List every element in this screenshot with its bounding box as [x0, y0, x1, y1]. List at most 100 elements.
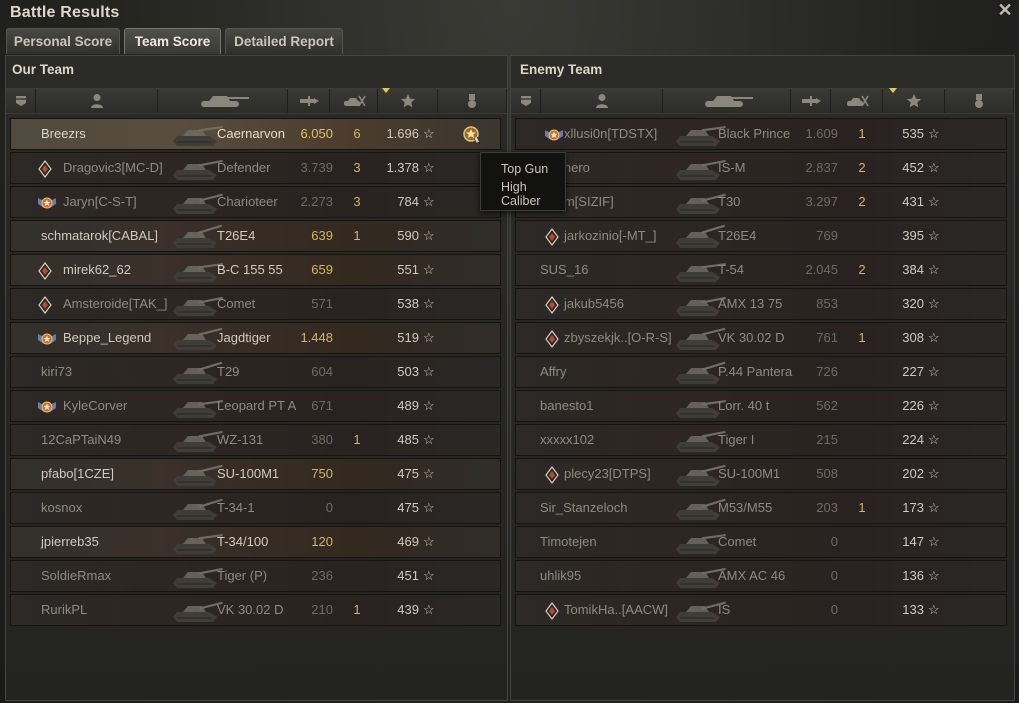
damage-value: 2.837: [805, 160, 838, 175]
experience-star-icon: ☆: [928, 364, 940, 379]
enemy-header-squad[interactable]: [511, 89, 541, 113]
enemy-team-player-row[interactable]: zbyszekjk..[O-R-S] VK 30.02 D 761 1 308 ☆: [515, 322, 1007, 354]
damage-value: 604: [311, 364, 333, 379]
our-team-player-row[interactable]: kiri73 T29 604 503 ☆: [10, 356, 501, 388]
enemy-header-player[interactable]: [541, 89, 663, 113]
our-header-tank[interactable]: [158, 89, 288, 113]
enemy-team-player-row[interactable]: plecy23[DTPS] SU-100M1 508 202 ☆: [515, 458, 1007, 490]
kills-value: [347, 527, 367, 559]
experience-value: 173: [902, 500, 924, 515]
experience-value: 538: [397, 296, 419, 311]
experience-star-icon: ☆: [928, 432, 940, 447]
enemy-header-damage[interactable]: [791, 89, 831, 113]
enemy-team-player-row[interactable]: jarkozinio[-MT_] T26E4 769 395 ☆: [515, 220, 1007, 252]
experience-value: 384: [902, 262, 924, 277]
our-team-player-row[interactable]: Jaryn[C-S-T] Charioteer 2.273 3 784 ☆: [10, 186, 501, 218]
experience-star-icon: ☆: [423, 500, 435, 515]
enemy-team-player-row[interactable]: Timotejen Comet 0 147 ☆: [515, 526, 1007, 558]
damage-value: 726: [816, 364, 838, 379]
kills-value: [347, 561, 367, 593]
enemy-header-kills[interactable]: [831, 89, 883, 113]
our-team-player-row[interactable]: mirek62_62 B-C 155 55 659 551 ☆: [10, 254, 501, 286]
kills-value: [852, 561, 872, 593]
clan-wings-icon: [37, 194, 56, 212]
enemy-team-player-row[interactable]: xllusi0n[TDSTX] Black Prince 1.609 1 535 ☆: [515, 118, 1007, 150]
player-name: Affry: [540, 364, 567, 379]
our-team-player-row[interactable]: 12CaPTaiN49 WZ-131 380 1 485 ☆: [10, 424, 501, 456]
rank-diamond-icon: [37, 262, 53, 280]
our-team-player-row[interactable]: SoldieRmax Tiger (P) 236 451 ☆: [10, 560, 501, 592]
kills-value: 6: [353, 126, 361, 141]
experience-star-icon: ☆: [423, 364, 435, 379]
our-header-kills[interactable]: [330, 89, 378, 113]
close-icon[interactable]: ✕: [997, 1, 1013, 19]
our-team-player-row[interactable]: Breezrs Caernarvon 6.050 6 1.696 ☆: [10, 118, 501, 150]
damage-value: 6.050: [300, 126, 333, 141]
damage-value: 750: [311, 466, 333, 481]
experience-star-icon: ☆: [928, 602, 940, 617]
tab-personal-score[interactable]: Personal Score: [6, 28, 120, 54]
enemy-team-player-row[interactable]: banesto1 Lorr. 40 t 562 226 ☆: [515, 390, 1007, 422]
rank-diamond-icon: [544, 602, 560, 620]
tab-team-score[interactable]: Team Score: [124, 28, 221, 54]
enemy-team-player-row[interactable]: Affry P.44 Pantera 726 227 ☆: [515, 356, 1007, 388]
tank-name: Caernarvon: [217, 126, 285, 141]
kills-value: 1: [353, 228, 361, 243]
enemy-header-tank[interactable]: [663, 89, 791, 113]
tank-name: T26E4: [217, 228, 256, 243]
experience-star-icon: ☆: [423, 534, 435, 549]
tank-name: Black Prince: [718, 126, 791, 141]
tank-name: Tiger (P): [217, 568, 268, 583]
kills-value: 2: [858, 262, 866, 277]
experience-star-icon: ☆: [928, 160, 940, 175]
experience-star-icon: ☆: [928, 262, 940, 277]
enemy-team-player-row[interactable]: jakub5456 AMX 13 75 853 320 ☆: [515, 288, 1007, 320]
damage-value: 3.739: [300, 160, 333, 175]
enemy-team-player-row[interactable]: rzellheroIS-M2.8372452☆: [515, 152, 1007, 184]
damage-value: 0: [830, 534, 838, 549]
damage-value: 0: [830, 602, 838, 617]
our-team-player-row[interactable]: Amsteroide[TAK_] Comet 571 538 ☆: [10, 288, 501, 320]
damage-value: 210: [311, 602, 333, 617]
sort-indicator-icon: [889, 88, 897, 93]
our-header-squad[interactable]: [6, 89, 36, 113]
damage-value: 1.609: [805, 126, 838, 141]
enemy-team-player-row[interactable]: uhlik95 AMX AC 46 0 136 ☆: [515, 560, 1007, 592]
our-team-panel: Our Team Breezrs Caernarvon 6.050 6 1.696 ☆ Dr…: [5, 55, 508, 701]
player-name: SUS_16: [540, 262, 589, 277]
enemy-team-panel: Enemy Team xllusi0n[TDSTX] Black Prince 1.…: [510, 55, 1015, 701]
tank-name: IS-M: [718, 160, 746, 175]
enemy-team-player-row[interactable]: TomikHa..[AACW] IS 0 133 ☆: [515, 594, 1007, 626]
kills-value: [852, 391, 872, 423]
our-team-player-row[interactable]: Beppe_Legend Jagdtiger 1.448 519 ☆: [10, 322, 501, 354]
our-team-player-row[interactable]: kosnox T-34-1 0 475 ☆: [10, 492, 501, 524]
enemy-team-player-row[interactable]: SUS_16 T-54 2.045 2 384 ☆: [515, 254, 1007, 286]
experience-value: 452: [902, 160, 924, 175]
our-team-player-row[interactable]: jpierreb35 T-34/100 120 469 ☆: [10, 526, 501, 558]
damage-value: 1.448: [300, 330, 333, 345]
tab-detailed-report[interactable]: Detailed Report: [225, 28, 343, 54]
enemy-team-player-row[interactable]: xxxxx102 Tiger I 215 224 ☆: [515, 424, 1007, 456]
damage-icon: [298, 94, 320, 108]
enemy-team-player-row[interactable]: Sir_Stanzeloch M53/M55 203 1 173 ☆: [515, 492, 1007, 524]
our-team-player-row[interactable]: Dragovic3[MC-D] Defender 3.739 3 1.378 ☆: [10, 152, 501, 184]
damage-value: 2.273: [300, 194, 333, 209]
our-header-medal[interactable]: [438, 89, 507, 113]
player-icon: [90, 93, 104, 109]
our-team-player-row[interactable]: KyleCorver Leopard PT A 671 489 ☆: [10, 390, 501, 422]
our-header-damage[interactable]: [288, 89, 330, 113]
kills-value: 2: [858, 194, 866, 209]
our-team-player-row[interactable]: pfabo[1CZE] SU-100M1 750 475 ☆: [10, 458, 501, 490]
experience-value: 202: [902, 466, 924, 481]
experience-star-icon: ☆: [423, 262, 435, 277]
experience-value: 136: [902, 568, 924, 583]
sort-indicator-icon: [382, 88, 390, 93]
damage-value: 761: [816, 330, 838, 345]
enemy-header-medal[interactable]: [945, 89, 1014, 113]
our-header-player[interactable]: [36, 89, 158, 113]
top-gun-medal-icon[interactable]: [461, 124, 483, 146]
our-team-player-row[interactable]: RurikPL VK 30.02 D 210 1 439 ☆: [10, 594, 501, 626]
enemy-team-player-row[interactable]: lekom[SIZIF] T30 3.297 2 431 ☆: [515, 186, 1007, 218]
our-team-player-row[interactable]: schmatarok[CABAL] T26E4 639 1 590 ☆: [10, 220, 501, 252]
experience-value: 224: [902, 432, 924, 447]
